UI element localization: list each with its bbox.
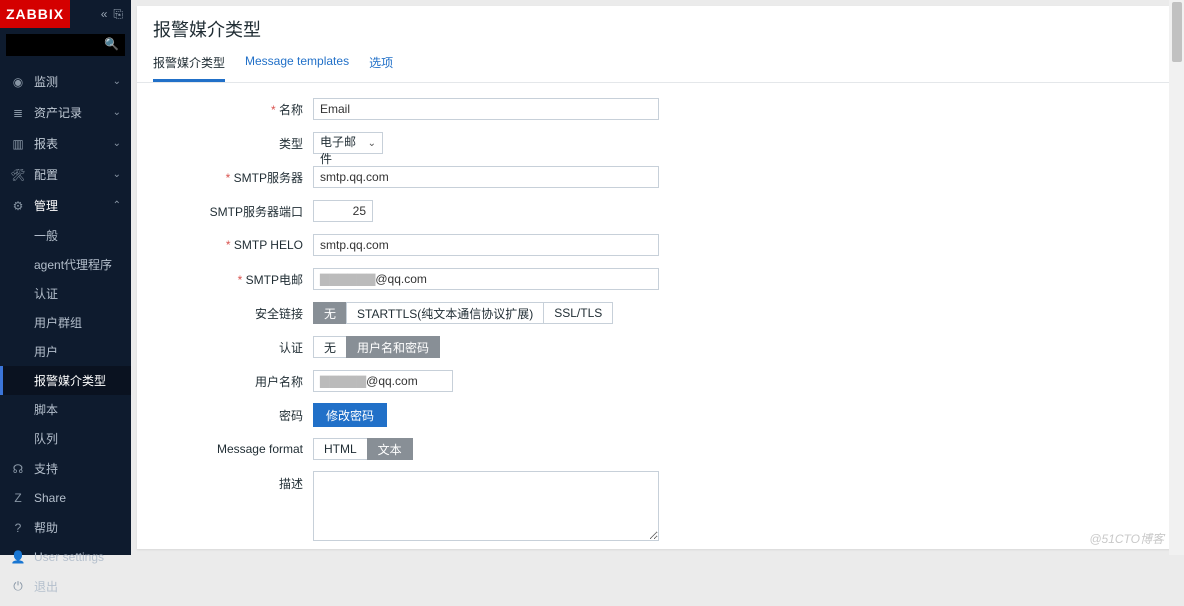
nav-label: 资产记录 xyxy=(34,104,82,121)
nav-inventory[interactable]: ≣ 资产记录 ⌄ xyxy=(0,97,131,128)
user-icon: 👤 xyxy=(10,550,26,564)
z-icon: Z xyxy=(10,491,26,505)
chevron-down-icon: ⌄ xyxy=(113,169,121,180)
bottom-user-settings[interactable]: 👤 User settings xyxy=(0,543,131,571)
nav-label: 配置 xyxy=(34,166,58,183)
nav-configuration[interactable]: 🛠 配置 ⌄ xyxy=(0,159,131,190)
smtp-server-input[interactable] xyxy=(313,166,659,188)
label-password: 密码 xyxy=(153,407,313,424)
power-icon: ⏻ xyxy=(10,579,26,594)
nav-monitoring[interactable]: ◉ 监测 ⌄ xyxy=(0,66,131,97)
change-password-button[interactable]: 修改密码 xyxy=(313,403,387,427)
security-ssltls[interactable]: SSL/TLS xyxy=(543,302,613,324)
description-textarea[interactable] xyxy=(313,471,659,541)
nav-administration[interactable]: ⚙ 管理 ⌃ xyxy=(0,190,131,221)
bottom-label: 帮助 xyxy=(34,519,58,536)
bottom-label: 支持 xyxy=(34,460,58,477)
label-smtp-helo: SMTP HELO xyxy=(153,238,313,252)
bottom-label: User settings xyxy=(34,550,104,564)
question-icon: ? xyxy=(10,521,26,535)
scrollbar-thumb[interactable] xyxy=(1172,2,1182,62)
tab-options[interactable]: 选项 xyxy=(369,48,393,82)
format-html[interactable]: HTML xyxy=(313,438,368,460)
security-none[interactable]: 无 xyxy=(313,302,347,324)
label-type: 类型 xyxy=(153,135,313,152)
label-msg-format: Message format xyxy=(153,442,313,456)
subnav-auth[interactable]: 认证 xyxy=(0,279,131,308)
logo: ZABBIX xyxy=(0,0,70,28)
headset-icon: ☊ xyxy=(10,462,26,476)
label-name: 名称 xyxy=(153,101,313,118)
gear-icon: ⚙ xyxy=(10,199,26,213)
email-suffix: @qq.com xyxy=(375,272,427,286)
subnav: 一般 agent代理程序 认证 用户群组 用户 报警媒介类型 脚本 队列 xyxy=(0,221,131,453)
security-segment: 无 STARTTLS(纯文本通信协议扩展) SSL/TLS xyxy=(313,302,613,324)
auth-none[interactable]: 无 xyxy=(313,336,347,358)
scrollbar[interactable] xyxy=(1169,0,1184,555)
nav-reports[interactable]: ▥ 报表 ⌄ xyxy=(0,128,131,159)
username-suffix: @qq.com xyxy=(366,374,418,388)
chevron-down-icon: ⌄ xyxy=(368,138,376,149)
label-smtp-port: SMTP服务器端口 xyxy=(153,203,313,220)
bottom-share[interactable]: Z Share xyxy=(0,484,131,512)
tab-message-templates[interactable]: Message templates xyxy=(245,48,349,82)
subnav-users[interactable]: 用户 xyxy=(0,337,131,366)
subnav-scripts[interactable]: 脚本 xyxy=(0,395,131,424)
sidebar: ZABBIX « ⎘ 🔍 ◉监测⌄ ≣资产记录⌄ ▥报表⌄ 🛠配置⌄ ⚙管理⌃ … xyxy=(0,0,131,555)
watermark: @51CTO博客 xyxy=(1089,530,1164,547)
nav-label: 报表 xyxy=(34,135,58,152)
label-description: 描述 xyxy=(153,471,313,492)
label-auth: 认证 xyxy=(153,339,313,356)
smtp-email-input[interactable]: ▇▇▇▇▇▇@qq.com xyxy=(313,268,659,290)
list-icon: ≣ xyxy=(10,106,26,120)
label-username: 用户名称 xyxy=(153,373,313,390)
bottom-logout[interactable]: ⏻ 退出 xyxy=(0,571,131,602)
bar-icon: ▥ xyxy=(10,137,26,151)
page-title: 报警媒介类型 xyxy=(137,6,1178,48)
label-smtp-email: SMTP电邮 xyxy=(153,271,313,288)
bottom-help[interactable]: ? 帮助 xyxy=(0,512,131,543)
label-security: 安全链接 xyxy=(153,305,313,322)
smtp-helo-input[interactable] xyxy=(313,234,659,256)
nav-label: 监测 xyxy=(34,73,58,90)
masked-text: ▇▇▇▇▇▇ xyxy=(320,272,375,286)
format-segment: HTML 文本 xyxy=(313,438,413,460)
form: 名称 类型电子邮件⌄ SMTP服务器 SMTP服务器端口 SMTP HELO S… xyxy=(137,83,1178,549)
chevron-down-icon: ⌄ xyxy=(113,138,121,149)
security-starttls[interactable]: STARTTLS(纯文本通信协议扩展) xyxy=(346,302,544,324)
username-input[interactable]: ▇▇▇▇▇@qq.com xyxy=(313,370,453,392)
bottom-support[interactable]: ☊ 支持 xyxy=(0,453,131,484)
auth-userpass[interactable]: 用户名和密码 xyxy=(346,336,440,358)
search-icon[interactable]: 🔍 xyxy=(104,37,119,51)
chevron-down-icon: ⌄ xyxy=(113,107,121,118)
masked-text: ▇▇▇▇▇ xyxy=(320,374,366,388)
bottom-label: Share xyxy=(34,491,66,505)
collapse-icon[interactable]: « xyxy=(101,7,108,22)
label-smtp-server: SMTP服务器 xyxy=(153,169,313,186)
type-value: 电子邮件 xyxy=(320,135,356,166)
main-content: 报警媒介类型 报警媒介类型 Message templates 选项 名称 类型… xyxy=(137,6,1178,549)
bottom-label: 退出 xyxy=(34,578,58,595)
name-input[interactable] xyxy=(313,98,659,120)
subnav-general[interactable]: 一般 xyxy=(0,221,131,250)
chevron-up-icon: ⌃ xyxy=(113,200,121,211)
popout-icon[interactable]: ⎘ xyxy=(113,7,123,22)
format-text[interactable]: 文本 xyxy=(367,438,413,460)
subnav-user-groups[interactable]: 用户群组 xyxy=(0,308,131,337)
auth-segment: 无 用户名和密码 xyxy=(313,336,440,358)
tabs: 报警媒介类型 Message templates 选项 xyxy=(137,48,1178,83)
nav-label: 管理 xyxy=(34,197,58,214)
chevron-down-icon: ⌄ xyxy=(113,76,121,87)
subnav-queue[interactable]: 队列 xyxy=(0,424,131,453)
logo-row: ZABBIX « ⎘ xyxy=(0,0,131,28)
eye-icon: ◉ xyxy=(10,75,26,89)
subnav-media-types[interactable]: 报警媒介类型 xyxy=(0,366,131,395)
tab-media-type[interactable]: 报警媒介类型 xyxy=(153,48,225,82)
sidebar-search: 🔍 xyxy=(6,34,125,56)
subnav-agent-proxy[interactable]: agent代理程序 xyxy=(0,250,131,279)
type-select[interactable]: 电子邮件⌄ xyxy=(313,132,383,154)
wrench-icon: 🛠 xyxy=(10,168,26,182)
smtp-port-input[interactable] xyxy=(313,200,373,222)
